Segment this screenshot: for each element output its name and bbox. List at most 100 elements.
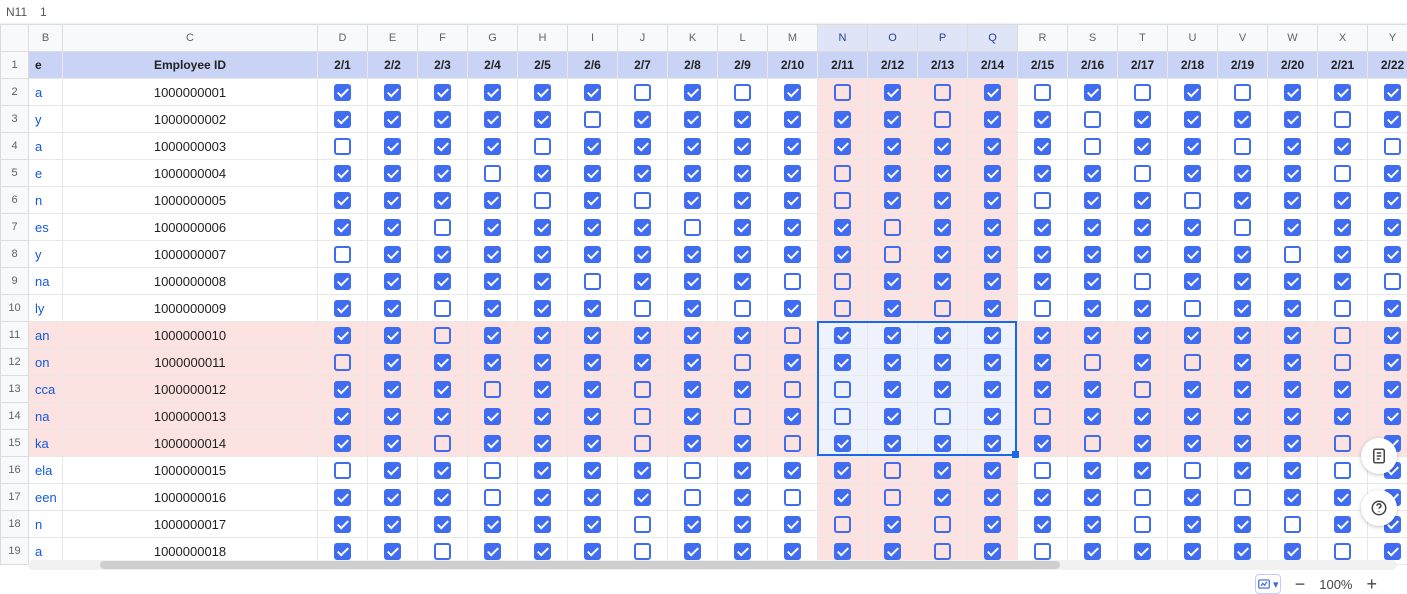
cell-M11[interactable]	[768, 322, 818, 349]
cell-Y6[interactable]	[1368, 187, 1407, 214]
checkbox[interactable]	[584, 435, 601, 452]
cell-F10[interactable]	[418, 295, 468, 322]
cell-M13[interactable]	[768, 376, 818, 403]
cell-D9[interactable]	[318, 268, 368, 295]
checkbox[interactable]	[1334, 354, 1351, 371]
checkbox[interactable]	[1284, 273, 1301, 290]
cell-D16[interactable]	[318, 457, 368, 484]
checkbox[interactable]	[1134, 408, 1151, 425]
cell-F4[interactable]	[418, 133, 468, 160]
cell-J9[interactable]	[618, 268, 668, 295]
id-cell[interactable]: 1000000007	[63, 241, 318, 268]
checkbox[interactable]	[584, 273, 601, 290]
cell-V7[interactable]	[1218, 214, 1268, 241]
cell-P16[interactable]	[918, 457, 968, 484]
checkbox[interactable]	[634, 138, 651, 155]
checkbox[interactable]	[334, 84, 351, 101]
checkbox[interactable]	[334, 219, 351, 236]
cell-T5[interactable]	[1118, 160, 1168, 187]
cell-U10[interactable]	[1168, 295, 1218, 322]
cell-D14[interactable]	[318, 403, 368, 430]
name-cell[interactable]: een	[29, 484, 63, 511]
checkbox[interactable]	[934, 516, 951, 533]
cell-F15[interactable]	[418, 430, 468, 457]
checkbox[interactable]	[1284, 111, 1301, 128]
checkbox[interactable]	[684, 435, 701, 452]
cell-D3[interactable]	[318, 106, 368, 133]
checkbox[interactable]	[484, 84, 501, 101]
checkbox[interactable]	[684, 381, 701, 398]
checkbox[interactable]	[1284, 192, 1301, 209]
checkbox[interactable]	[1084, 327, 1101, 344]
checkbox[interactable]	[484, 435, 501, 452]
cell-L6[interactable]	[718, 187, 768, 214]
checkbox[interactable]	[484, 381, 501, 398]
cell-D13[interactable]	[318, 376, 368, 403]
cell-X8[interactable]	[1318, 241, 1368, 268]
checkbox[interactable]	[1384, 273, 1401, 290]
cell-G10[interactable]	[468, 295, 518, 322]
row-header-17[interactable]: 17	[1, 484, 29, 511]
checkbox[interactable]	[684, 408, 701, 425]
checkbox[interactable]	[484, 273, 501, 290]
cell-X13[interactable]	[1318, 376, 1368, 403]
cell-Y8[interactable]	[1368, 241, 1407, 268]
cell-K17[interactable]	[668, 484, 718, 511]
checkbox[interactable]	[384, 516, 401, 533]
checkbox[interactable]	[884, 381, 901, 398]
column-header-U[interactable]: U	[1168, 25, 1218, 52]
cell-F18[interactable]	[418, 511, 468, 538]
cell-R8[interactable]	[1018, 241, 1068, 268]
checkbox[interactable]	[1034, 192, 1051, 209]
cell-W14[interactable]	[1268, 403, 1318, 430]
cell-I7[interactable]	[568, 214, 618, 241]
checkbox[interactable]	[834, 273, 851, 290]
checkbox[interactable]	[1334, 84, 1351, 101]
cell-Q16[interactable]	[968, 457, 1018, 484]
cell-W15[interactable]	[1268, 430, 1318, 457]
column-header-X[interactable]: X	[1318, 25, 1368, 52]
checkbox[interactable]	[534, 111, 551, 128]
cell-R16[interactable]	[1018, 457, 1068, 484]
checkbox[interactable]	[884, 354, 901, 371]
checkbox[interactable]	[1384, 381, 1401, 398]
checkbox[interactable]	[734, 138, 751, 155]
checkbox[interactable]	[984, 354, 1001, 371]
row-header-13[interactable]: 13	[1, 376, 29, 403]
cell-E13[interactable]	[368, 376, 418, 403]
cell-Y3[interactable]	[1368, 106, 1407, 133]
cell-D12[interactable]	[318, 349, 368, 376]
cell-M5[interactable]	[768, 160, 818, 187]
cell-M2[interactable]	[768, 79, 818, 106]
cell-Y13[interactable]	[1368, 376, 1407, 403]
header-cell[interactable]: 2/10	[768, 52, 818, 79]
cell-K4[interactable]	[668, 133, 718, 160]
checkbox[interactable]	[634, 84, 651, 101]
checkbox[interactable]	[1184, 327, 1201, 344]
checkbox[interactable]	[1334, 516, 1351, 533]
cell-D8[interactable]	[318, 241, 368, 268]
cell-V14[interactable]	[1218, 403, 1268, 430]
checkbox[interactable]	[834, 381, 851, 398]
cell-R5[interactable]	[1018, 160, 1068, 187]
cell-K8[interactable]	[668, 241, 718, 268]
checkbox[interactable]	[584, 462, 601, 479]
header-cell[interactable]: 2/3	[418, 52, 468, 79]
checkbox[interactable]	[534, 165, 551, 182]
checkbox[interactable]	[784, 408, 801, 425]
cell-H2[interactable]	[518, 79, 568, 106]
checkbox[interactable]	[634, 327, 651, 344]
cell-I18[interactable]	[568, 511, 618, 538]
id-cell[interactable]: 1000000003	[63, 133, 318, 160]
cell-F2[interactable]	[418, 79, 468, 106]
checkbox[interactable]	[984, 435, 1001, 452]
cell-P2[interactable]	[918, 79, 968, 106]
cell-H15[interactable]	[518, 430, 568, 457]
cell-W4[interactable]	[1268, 133, 1318, 160]
cell-L4[interactable]	[718, 133, 768, 160]
checkbox[interactable]	[1184, 408, 1201, 425]
checkbox[interactable]	[584, 543, 601, 560]
cell-L16[interactable]	[718, 457, 768, 484]
cell-M12[interactable]	[768, 349, 818, 376]
checkbox[interactable]	[1034, 435, 1051, 452]
